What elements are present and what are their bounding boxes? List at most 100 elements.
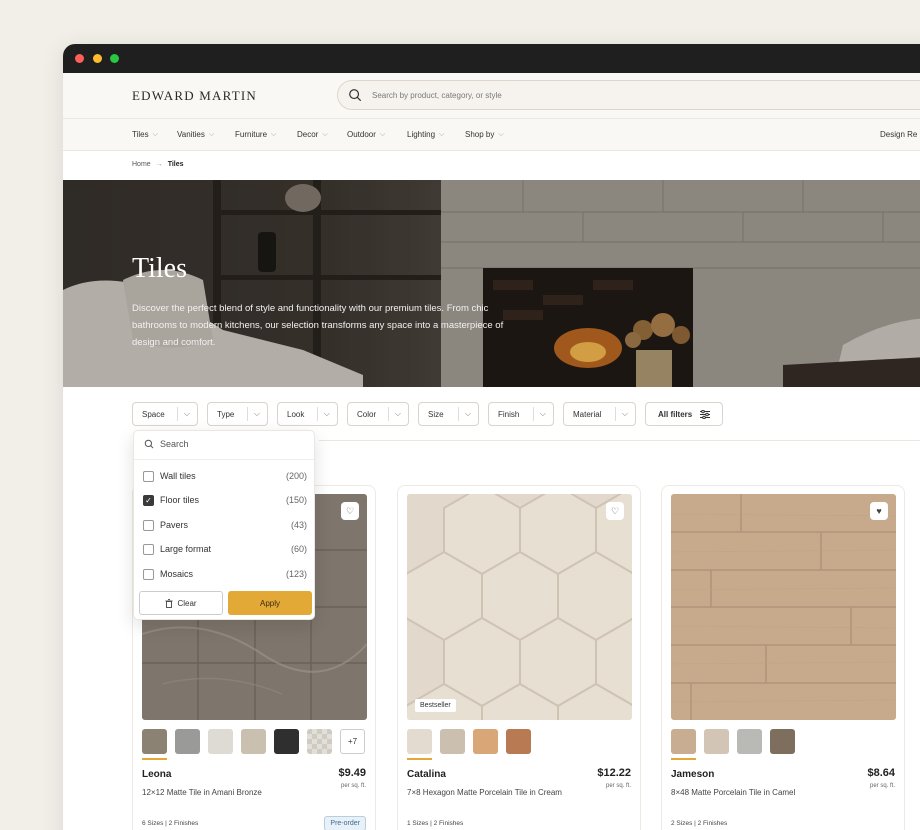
swatch-4[interactable] bbox=[506, 729, 531, 754]
filter-size[interactable]: Size ⌵ bbox=[418, 402, 479, 426]
color-swatches bbox=[407, 729, 531, 760]
search-input[interactable] bbox=[372, 90, 772, 100]
dropdown-search[interactable] bbox=[144, 439, 300, 449]
option-label: Wall tiles bbox=[160, 471, 196, 481]
color-swatches bbox=[671, 729, 795, 760]
brand-logo[interactable]: EDWARD MARTIN bbox=[132, 88, 257, 104]
checkbox-checked[interactable]: ✓ bbox=[143, 494, 154, 506]
product-name[interactable]: Leona bbox=[142, 769, 171, 780]
checkbox[interactable] bbox=[143, 543, 154, 555]
chevron-down-icon: ⌵ bbox=[322, 130, 328, 138]
breadcrumb: Home → Tiles bbox=[132, 161, 184, 168]
nav-item-shop-by[interactable]: Shop by ⌵ bbox=[465, 130, 504, 139]
chevron-down-icon: ⌵ bbox=[253, 409, 260, 418]
filter-color[interactable]: Color ⌵ bbox=[347, 402, 409, 426]
close-window-button[interactable] bbox=[75, 54, 84, 63]
swatch-3[interactable] bbox=[208, 729, 233, 754]
chevron-down-icon: ⌵ bbox=[183, 409, 190, 418]
nav-item-furniture[interactable]: Furniture ⌵ bbox=[235, 130, 276, 139]
nav-item-tiles[interactable]: Tiles ⌵ bbox=[132, 130, 158, 139]
checkbox[interactable] bbox=[143, 568, 154, 580]
favorite-heart-icon[interactable]: ♡ bbox=[606, 502, 624, 520]
chevron-down-icon: ⌵ bbox=[323, 409, 330, 418]
dropdown-search-input[interactable] bbox=[160, 439, 300, 449]
product-card-catalina[interactable]: ♡ Bestseller Catalina 7×8 Hexagon Matte … bbox=[397, 485, 641, 830]
swatch-2[interactable] bbox=[440, 729, 465, 754]
hero-banner: Tiles Discover the perfect blend of styl… bbox=[63, 180, 920, 387]
search-bar[interactable] bbox=[337, 80, 920, 110]
more-swatches-button[interactable]: +7 bbox=[340, 729, 365, 754]
filter-type[interactable]: Type ⌵ bbox=[207, 402, 268, 426]
option-floor-tiles[interactable]: ✓ Floor tiles (150) bbox=[143, 492, 307, 508]
trash-icon bbox=[165, 598, 173, 608]
swatch-1[interactable] bbox=[407, 729, 432, 760]
swatch-1[interactable] bbox=[671, 729, 696, 760]
swatch-1[interactable] bbox=[142, 729, 167, 760]
nav-item-label: Vanities bbox=[177, 130, 205, 139]
apply-button[interactable]: Apply bbox=[228, 591, 312, 615]
price-unit: per sq. ft. bbox=[869, 783, 895, 789]
option-count: (200) bbox=[285, 471, 307, 481]
search-icon bbox=[349, 89, 362, 102]
page-title: Tiles bbox=[132, 253, 188, 284]
filter-label: Color bbox=[357, 409, 377, 419]
option-mosaics[interactable]: Mosaics (123) bbox=[143, 566, 307, 582]
nav-design-link[interactable]: Design Re bbox=[880, 130, 917, 139]
swatch-3[interactable] bbox=[737, 729, 762, 754]
product-price: $12.22 bbox=[597, 767, 631, 779]
option-label: Mosaics bbox=[160, 569, 194, 579]
nav-item-lighting[interactable]: Lighting ⌵ bbox=[407, 130, 444, 139]
nav-item-decor[interactable]: Decor ⌵ bbox=[297, 130, 328, 139]
chevron-down-icon: ⌵ bbox=[539, 409, 546, 418]
option-pavers[interactable]: Pavers (43) bbox=[143, 517, 307, 533]
maximize-window-button[interactable] bbox=[110, 54, 119, 63]
filter-finish[interactable]: Finish ⌵ bbox=[488, 402, 554, 426]
option-wall-tiles[interactable]: Wall tiles (200) bbox=[143, 468, 307, 484]
preorder-badge: Pre-order bbox=[324, 816, 366, 830]
filter-space[interactable]: Space ⌵ bbox=[132, 402, 198, 426]
swatch-4[interactable] bbox=[241, 729, 266, 754]
swatch-3[interactable] bbox=[473, 729, 498, 754]
nav-item-vanities[interactable]: Vanities ⌵ bbox=[177, 130, 214, 139]
filter-label: Type bbox=[217, 409, 235, 419]
product-name[interactable]: Jameson bbox=[671, 769, 714, 780]
checkbox[interactable] bbox=[143, 519, 154, 531]
nav-item-label: Tiles bbox=[132, 130, 149, 139]
option-label: Pavers bbox=[160, 520, 189, 530]
price-unit: per sq. ft. bbox=[605, 783, 631, 789]
breadcrumb-home[interactable]: Home bbox=[132, 161, 151, 168]
swatch-2[interactable] bbox=[704, 729, 729, 754]
swatch-6[interactable] bbox=[307, 729, 332, 754]
price-unit: per sq. ft. bbox=[340, 783, 366, 789]
breadcrumb-separator: → bbox=[155, 161, 163, 168]
product-image[interactable]: ♥ bbox=[671, 494, 896, 720]
product-price: $9.49 bbox=[338, 767, 366, 779]
favorite-heart-icon-filled[interactable]: ♥ bbox=[870, 502, 888, 520]
apply-label: Apply bbox=[259, 598, 280, 608]
all-filters-button[interactable]: All filters bbox=[645, 402, 724, 426]
swatch-5[interactable] bbox=[274, 729, 299, 754]
product-card-jameson[interactable]: ♥ Jameson 8×48 Matte Porcelain Tile in C… bbox=[661, 485, 905, 830]
product-description: 8×48 Matte Porcelain Tile in Camel bbox=[671, 788, 796, 797]
swatch-2[interactable] bbox=[175, 729, 200, 754]
site-header: EDWARD MARTIN bbox=[63, 73, 920, 118]
product-name[interactable]: Catalina bbox=[407, 769, 446, 780]
nav-item-outdoor[interactable]: Outdoor ⌵ bbox=[347, 130, 385, 139]
swatch-4[interactable] bbox=[770, 729, 795, 754]
filter-look[interactable]: Look ⌵ bbox=[277, 402, 338, 426]
clear-button[interactable]: Clear bbox=[139, 591, 223, 615]
checkbox[interactable] bbox=[143, 470, 154, 482]
minimize-window-button[interactable] bbox=[93, 54, 102, 63]
nav-item-label: Outdoor bbox=[347, 130, 376, 139]
hero-description: Discover the perfect blend of style and … bbox=[132, 303, 504, 348]
filter-label: Space bbox=[142, 409, 165, 419]
favorite-heart-icon[interactable]: ♡ bbox=[341, 502, 359, 520]
option-large-format[interactable]: Large format (60) bbox=[143, 541, 307, 557]
breadcrumb-current: Tiles bbox=[167, 161, 184, 168]
filter-material[interactable]: Material ⌵ bbox=[563, 402, 636, 426]
product-image[interactable]: ♡ Bestseller bbox=[407, 494, 632, 720]
product-meta: 6 Sizes | 2 Finishes bbox=[142, 820, 199, 827]
option-label: Floor tiles bbox=[160, 495, 200, 505]
filter-label: Material bbox=[573, 409, 602, 419]
all-filters-label: All filters bbox=[658, 409, 693, 419]
